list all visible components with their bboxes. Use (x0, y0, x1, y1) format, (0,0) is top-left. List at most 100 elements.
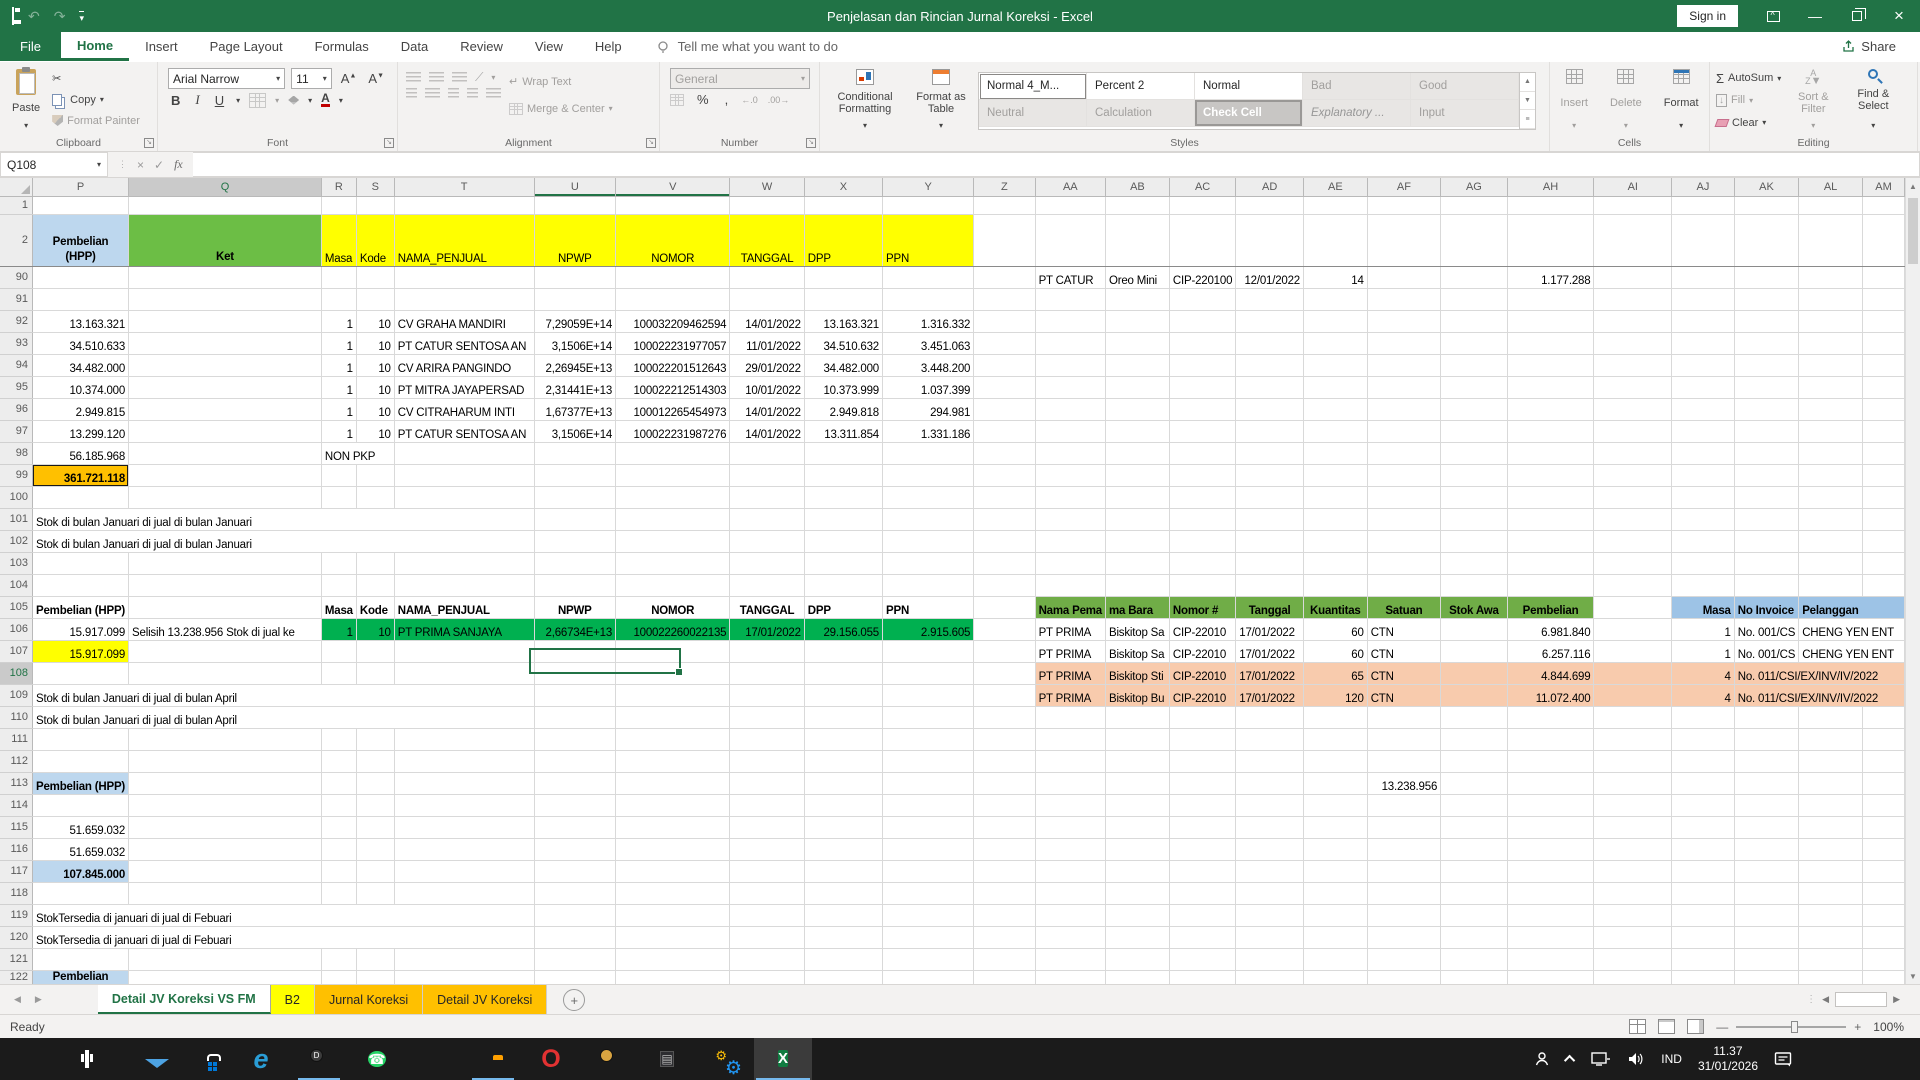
cell-Q108[interactable] (128, 662, 322, 685)
cell-T104[interactable] (394, 574, 535, 597)
taskbar-settings-gears-button[interactable]: ⚙ ⚙ (696, 1038, 754, 1080)
cell-S106[interactable]: 10 (356, 618, 395, 641)
cell-V97[interactable]: 100022231987276 (615, 420, 731, 443)
cell-AA111[interactable] (1035, 728, 1106, 751)
cell-W101[interactable] (729, 508, 805, 531)
cell-AL110[interactable] (1798, 706, 1863, 729)
cell-AM112[interactable] (1862, 750, 1905, 773)
cell-AK90[interactable] (1734, 266, 1800, 289)
action-center-icon[interactable] (1774, 1051, 1792, 1067)
font-name-select[interactable]: Arial Narrow ▾ (168, 68, 286, 89)
cell-P119[interactable]: StokTersedia di januari di jual di Febua… (32, 904, 535, 927)
cell-Z95[interactable] (973, 376, 1036, 399)
cell-AL1[interactable] (1798, 196, 1863, 215)
enter-icon[interactable]: ✓ (154, 158, 164, 172)
cell-AJ105[interactable]: Masa (1671, 596, 1735, 619)
cell-AI104[interactable] (1593, 574, 1673, 597)
cell-T121[interactable] (394, 948, 535, 971)
cell-V121[interactable] (615, 948, 731, 971)
cell-AE113[interactable] (1303, 772, 1368, 795)
cell-V102[interactable] (615, 530, 731, 553)
cell-AB105[interactable]: ma Bara (1105, 596, 1170, 619)
cell-T108[interactable] (394, 662, 535, 685)
cell-AA112[interactable] (1035, 750, 1106, 773)
cell-AM97[interactable] (1862, 420, 1905, 443)
cell-AJ93[interactable] (1671, 332, 1735, 355)
cell-AB97[interactable] (1105, 420, 1170, 443)
cell-AI106[interactable] (1593, 618, 1673, 641)
cell-P104[interactable] (32, 574, 130, 597)
cell-Y109[interactable] (882, 684, 975, 707)
cell-Y105[interactable]: PPN (882, 596, 975, 619)
row-header-102[interactable]: 102 (0, 530, 34, 553)
cell-AJ94[interactable] (1671, 354, 1735, 377)
cell-Z106[interactable] (973, 618, 1036, 641)
cell-U105[interactable]: NPWP (534, 596, 617, 619)
cell-AM116[interactable] (1862, 838, 1905, 861)
cell-U121[interactable] (534, 948, 617, 971)
cell-AA118[interactable] (1035, 882, 1106, 905)
row-header-111[interactable]: 111 (0, 728, 34, 751)
gallery-scroll[interactable]: ▲ ▼ ≡ (1519, 73, 1535, 130)
row-header-114[interactable]: 114 (0, 794, 34, 817)
cell-Z91[interactable] (973, 288, 1036, 311)
ribbon-tab-file[interactable]: File (0, 32, 61, 61)
cell-AF102[interactable] (1367, 530, 1442, 553)
cell-AB117[interactable] (1105, 860, 1170, 883)
cell-AC97[interactable] (1169, 420, 1237, 443)
cell-AA92[interactable] (1035, 310, 1106, 333)
cell-Y113[interactable] (882, 772, 975, 795)
cell-AH97[interactable] (1507, 420, 1595, 443)
cell-AJ121[interactable] (1671, 948, 1735, 971)
cell-W117[interactable] (729, 860, 805, 883)
taskbar-task-view-button[interactable] (58, 1038, 116, 1080)
col-header-AM[interactable]: AM (1862, 178, 1905, 197)
cell-AM93[interactable] (1862, 332, 1905, 355)
cell-S117[interactable] (356, 860, 395, 883)
taskbar-firefox-button[interactable] (406, 1038, 464, 1080)
col-header-W[interactable]: W (729, 178, 805, 197)
cell-V112[interactable] (615, 750, 731, 773)
align-right-icon[interactable] (448, 88, 459, 99)
cell-S91[interactable] (356, 288, 395, 311)
cell-AE107[interactable]: 60 (1303, 640, 1368, 663)
cell-X114[interactable] (804, 794, 884, 817)
cell-T1[interactable] (394, 196, 535, 215)
cell-AD1[interactable] (1235, 196, 1304, 215)
cell-AG108[interactable] (1440, 662, 1508, 685)
cell-AG102[interactable] (1440, 530, 1508, 553)
cell-Q2[interactable]: Ket (128, 214, 322, 267)
cell-Q98[interactable] (128, 442, 322, 465)
cell-Y91[interactable] (882, 288, 975, 311)
cell-AC96[interactable] (1169, 398, 1237, 421)
cell-W100[interactable] (729, 486, 805, 509)
cell-X99[interactable] (804, 464, 884, 487)
font-dialog-launcher-icon[interactable]: ↘ (384, 138, 394, 148)
cell-Y95[interactable]: 1.037.399 (882, 376, 975, 399)
cell-AE2[interactable] (1303, 214, 1368, 267)
cell-W98[interactable] (729, 442, 805, 465)
cell-AE90[interactable]: 14 (1303, 266, 1368, 289)
cell-Y112[interactable] (882, 750, 975, 773)
cell-AM110[interactable] (1862, 706, 1905, 729)
cell-Z107[interactable] (973, 640, 1036, 663)
cell-Z116[interactable] (973, 838, 1036, 861)
cell-R122[interactable] (321, 970, 357, 984)
increase-indent-icon[interactable] (486, 88, 501, 99)
cell-AD108[interactable]: 17/01/2022 (1235, 662, 1304, 685)
cell-AH114[interactable] (1507, 794, 1595, 817)
cell-AG117[interactable] (1440, 860, 1508, 883)
cell-Y1[interactable] (882, 196, 975, 215)
cell-AL101[interactable] (1798, 508, 1863, 531)
cell-AI102[interactable] (1593, 530, 1673, 553)
cell-AH95[interactable] (1507, 376, 1595, 399)
cell-R115[interactable] (321, 816, 357, 839)
cell-AK92[interactable] (1734, 310, 1800, 333)
cell-AL95[interactable] (1798, 376, 1863, 399)
decrease-indent-icon[interactable] (467, 88, 478, 99)
formula-input[interactable] (192, 152, 1920, 177)
cell-X91[interactable] (804, 288, 884, 311)
cell-R98[interactable]: NON PKP (321, 442, 395, 465)
cell-AF119[interactable] (1367, 904, 1442, 927)
cell-AH119[interactable] (1507, 904, 1595, 927)
